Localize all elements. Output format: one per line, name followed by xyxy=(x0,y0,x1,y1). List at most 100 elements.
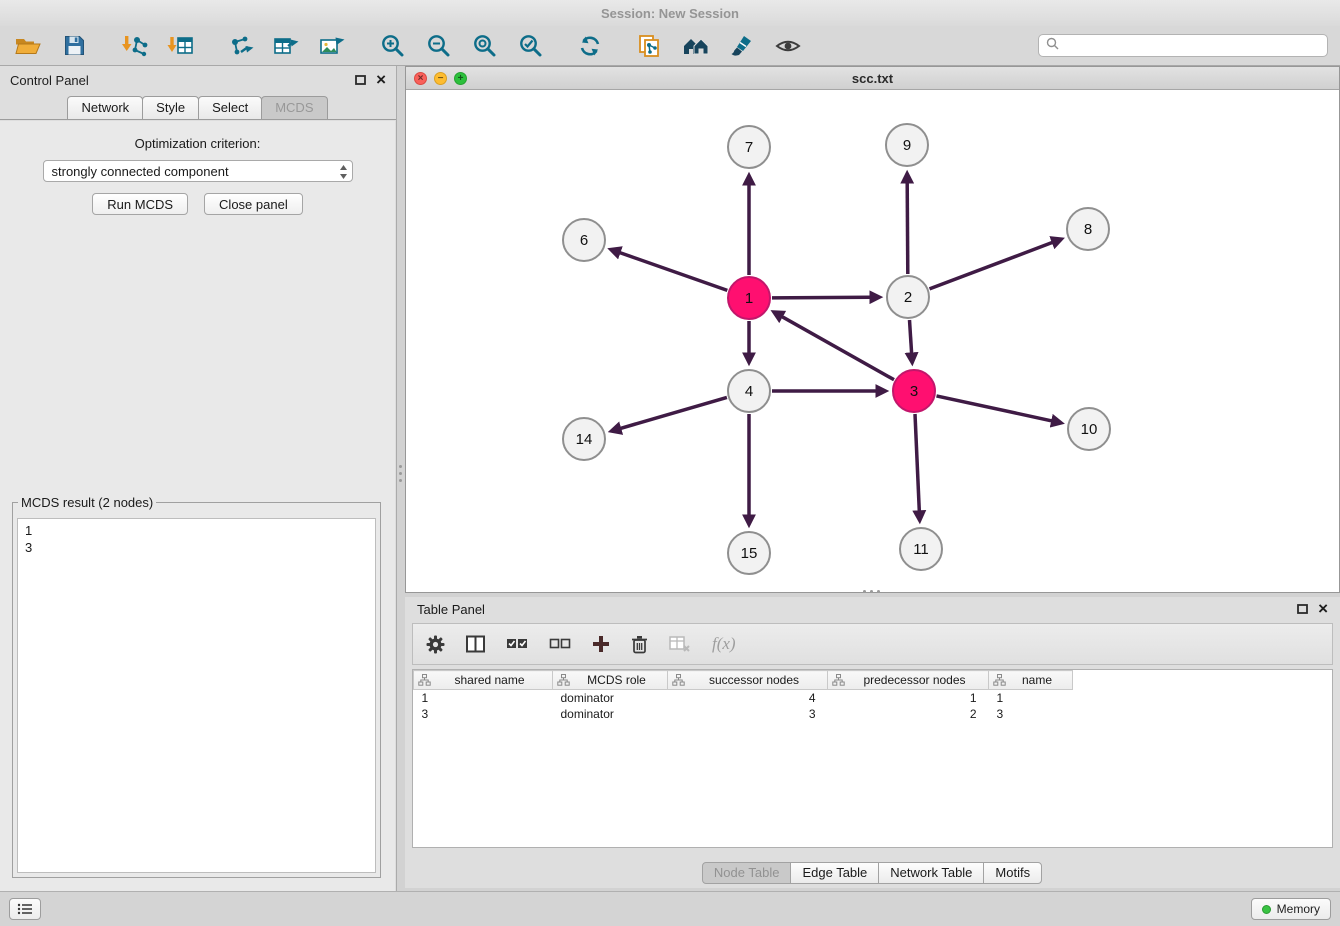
svg-text:8: 8 xyxy=(1084,221,1092,238)
node-table-container: shared name MCDS role successor nodes pr… xyxy=(412,669,1333,848)
search-input[interactable] xyxy=(1064,39,1320,53)
cell-successor-nodes: 3 xyxy=(668,706,828,722)
zoom-fit-icon[interactable] xyxy=(468,31,500,61)
zoom-selected-icon[interactable] xyxy=(514,31,546,61)
graph-edge-2-to-8[interactable] xyxy=(930,242,1053,289)
memory-button[interactable]: Memory xyxy=(1251,898,1331,920)
tab-mcds[interactable]: MCDS xyxy=(261,96,327,119)
style-brush-icon[interactable] xyxy=(726,31,758,61)
svg-text:14: 14 xyxy=(576,431,593,448)
control-panel-title: Control Panel xyxy=(10,73,89,88)
graph-node-3[interactable]: 3 xyxy=(893,370,935,412)
column-header-predecessor-nodes[interactable]: predecessor nodes xyxy=(828,671,989,690)
graph-node-4[interactable]: 4 xyxy=(728,370,770,412)
maximize-window-icon[interactable]: + xyxy=(454,72,467,85)
network-canvas[interactable]: 7 9 6 8 1 2 4 3 14 10 15 11 xyxy=(406,90,1339,592)
task-history-button[interactable] xyxy=(9,898,41,920)
memory-label: Memory xyxy=(1277,902,1320,916)
graph-edge-2-to-3[interactable] xyxy=(910,320,912,353)
column-header-shared-name[interactable]: shared name xyxy=(414,671,553,690)
run-mcds-button[interactable]: Run MCDS xyxy=(92,193,188,215)
network-graph[interactable]: 7 9 6 8 1 2 4 3 14 10 15 11 xyxy=(406,90,1339,593)
close-panel-icon[interactable]: × xyxy=(376,74,386,86)
vertical-splitter-grip[interactable] xyxy=(398,460,403,486)
function-builder-button: f(x) xyxy=(712,634,736,654)
import-table-icon[interactable] xyxy=(164,31,196,61)
export-network-icon[interactable] xyxy=(224,31,256,61)
select-all-columns-icon[interactable] xyxy=(506,636,528,652)
tab-edge-table[interactable]: Edge Table xyxy=(790,862,879,884)
add-column-plus-icon[interactable] xyxy=(592,635,610,653)
graph-node-9[interactable]: 9 xyxy=(886,124,928,166)
delete-column-trash-icon[interactable] xyxy=(631,635,648,654)
graph-edge-2-to-9[interactable] xyxy=(907,183,908,274)
tab-style[interactable]: Style xyxy=(142,96,199,119)
svg-text:10: 10 xyxy=(1081,421,1098,438)
graph-node-1[interactable]: 1 xyxy=(728,277,770,319)
refresh-icon[interactable] xyxy=(574,31,606,61)
column-header-mcds-role[interactable]: MCDS role xyxy=(553,671,668,690)
tab-network-table[interactable]: Network Table xyxy=(878,862,984,884)
tab-node-table[interactable]: Node Table xyxy=(702,862,792,884)
eye-icon[interactable] xyxy=(772,31,804,61)
graph-edge-1-to-6[interactable] xyxy=(620,253,728,291)
toolbar-group-export xyxy=(224,31,348,61)
mcds-result-line: 1 xyxy=(25,522,368,539)
network-window-titlebar[interactable]: × − + scc.txt xyxy=(406,67,1339,90)
graph-edge-3-to-11[interactable] xyxy=(915,414,919,511)
horizontal-splitter-grip[interactable] xyxy=(858,589,884,594)
optimization-dropdown[interactable]: strongly connected component xyxy=(43,160,353,182)
table-row-node-1[interactable]: 1 dominator 4 1 1 xyxy=(414,690,1333,706)
graph-edge-1-to-2[interactable] xyxy=(772,297,870,298)
tab-motifs[interactable]: Motifs xyxy=(983,862,1042,884)
open-folder-icon[interactable] xyxy=(12,31,44,61)
minimize-window-icon[interactable]: − xyxy=(434,72,447,85)
mcds-result-list[interactable]: 1 3 xyxy=(17,518,376,873)
graph-edge-3-to-1[interactable] xyxy=(782,317,894,380)
control-panel: Control Panel × Network Style Select MCD… xyxy=(0,66,397,891)
unselect-all-columns-icon[interactable] xyxy=(549,636,571,652)
svg-text:6: 6 xyxy=(580,232,588,249)
graph-node-10[interactable]: 10 xyxy=(1068,408,1110,450)
mcds-panel-body: Optimization criterion: strongly connect… xyxy=(0,121,395,891)
export-table-icon[interactable] xyxy=(270,31,302,61)
float-window-icon[interactable] xyxy=(355,73,366,88)
column-header-name[interactable]: name xyxy=(989,671,1073,690)
toolbar-group-zoom xyxy=(376,31,546,61)
home-houses-icon[interactable] xyxy=(680,31,712,61)
show-columns-icon[interactable] xyxy=(466,635,485,653)
float-window-icon[interactable] xyxy=(1297,602,1308,617)
tab-select[interactable]: Select xyxy=(198,96,262,119)
svg-text:3: 3 xyxy=(910,383,918,400)
search-box[interactable] xyxy=(1038,34,1328,57)
column-header-filler xyxy=(1073,671,1333,690)
zoom-in-icon[interactable] xyxy=(376,31,408,61)
graph-node-11[interactable]: 11 xyxy=(900,528,942,570)
table-settings-gear-icon[interactable] xyxy=(426,635,445,654)
graph-node-2[interactable]: 2 xyxy=(887,276,929,318)
tab-network[interactable]: Network xyxy=(67,96,143,119)
close-window-icon[interactable]: × xyxy=(414,72,427,85)
cell-mcds-role: dominator xyxy=(553,706,668,722)
column-header-successor-nodes[interactable]: successor nodes xyxy=(668,671,828,690)
svg-text:1: 1 xyxy=(745,290,753,307)
close-panel-button[interactable]: Close panel xyxy=(204,193,303,215)
table-row-node-3[interactable]: 3 dominator 3 2 3 xyxy=(414,706,1333,722)
save-disk-icon[interactable] xyxy=(58,31,90,61)
graph-node-7[interactable]: 7 xyxy=(728,126,770,168)
export-image-icon[interactable] xyxy=(316,31,348,61)
zoom-out-icon[interactable] xyxy=(422,31,454,61)
graph-edge-4-to-14[interactable] xyxy=(621,397,727,428)
graph-edge-3-to-10[interactable] xyxy=(937,396,1052,421)
import-network-icon[interactable] xyxy=(118,31,150,61)
graph-node-14[interactable]: 14 xyxy=(563,418,605,460)
graph-node-6[interactable]: 6 xyxy=(563,219,605,261)
graph-node-8[interactable]: 8 xyxy=(1067,208,1109,250)
svg-text:9: 9 xyxy=(903,137,911,154)
cell-name: 3 xyxy=(989,706,1073,722)
column-type-icon xyxy=(557,674,570,686)
graph-node-15[interactable]: 15 xyxy=(728,532,770,574)
copy-view-icon[interactable] xyxy=(634,31,666,61)
main-toolbar xyxy=(0,26,1340,66)
close-panel-icon[interactable]: × xyxy=(1318,603,1328,615)
